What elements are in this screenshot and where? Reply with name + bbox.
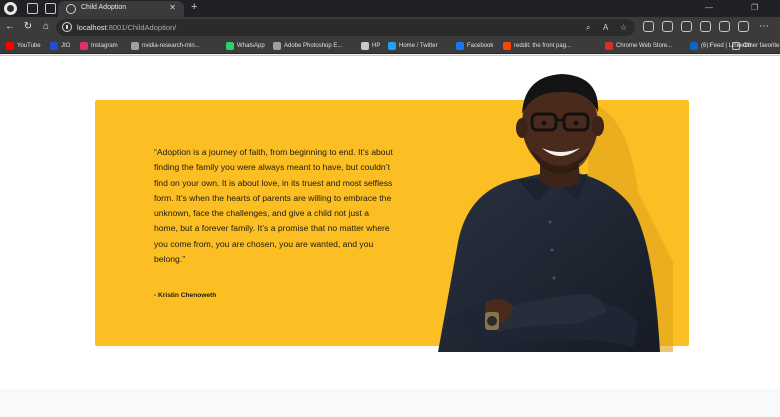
testimonial-quote: “Adoption is a journey of faith, from be… bbox=[154, 147, 393, 265]
testimonial-author: - Kristin Chenoweth bbox=[154, 292, 217, 299]
bookmark-label: JIO bbox=[61, 43, 71, 49]
bookmark-item[interactable]: Adobe Photoshop E... bbox=[273, 41, 342, 51]
settings-more-icon[interactable]: ⋯ bbox=[757, 20, 771, 34]
bookmark-label: Instagram bbox=[91, 43, 118, 49]
bookmark-label: Facebook bbox=[467, 43, 494, 49]
restore-icon[interactable]: ❐ bbox=[751, 3, 758, 12]
profile-avatar-icon[interactable] bbox=[4, 2, 17, 15]
facebook-icon bbox=[456, 42, 464, 50]
bookmark-item[interactable]: (6) Feed | LinkedIn bbox=[690, 41, 751, 51]
tab-strip: Child Adoption ✕ + — ❐ bbox=[0, 0, 780, 17]
collections-icon[interactable] bbox=[700, 21, 711, 32]
read-aloud-icon[interactable]: A bbox=[603, 23, 608, 32]
bookmark-label: YouTube bbox=[17, 43, 41, 49]
reddit-icon bbox=[503, 42, 511, 50]
site-info-icon[interactable] bbox=[62, 22, 72, 32]
bookmark-item[interactable]: nvidia-research-min... bbox=[131, 41, 200, 51]
folder-icon bbox=[361, 42, 369, 50]
new-tab-icon[interactable]: + bbox=[191, 1, 197, 13]
bookmark-item[interactable]: reddit: the front pag... bbox=[503, 41, 571, 51]
globe-icon bbox=[273, 42, 281, 50]
bookmark-label: Home / Twitter bbox=[399, 43, 438, 49]
bookmark-label: reddit: the front pag... bbox=[514, 43, 572, 49]
whatsapp-icon bbox=[226, 42, 234, 50]
close-tab-icon[interactable]: ✕ bbox=[169, 3, 176, 12]
bookmark-label: HP bbox=[372, 43, 381, 49]
back-icon[interactable]: ← bbox=[3, 20, 17, 34]
bookmarks-bar: › Other favorite YouTube JIO Instagram nvid… bbox=[0, 38, 780, 54]
copilot-icon[interactable] bbox=[719, 21, 730, 32]
bookmark-item[interactable]: WhatsApp bbox=[226, 41, 265, 51]
jio-icon bbox=[50, 42, 58, 50]
zoom-icon[interactable]: ⌕ bbox=[586, 23, 590, 33]
bookmark-item[interactable]: JIO bbox=[50, 41, 70, 51]
twitter-icon bbox=[388, 42, 396, 50]
workspaces-icon[interactable] bbox=[27, 3, 38, 14]
browser-window: Child Adoption ✕ + — ❐ ← ↻ ⌂ localhost:8… bbox=[0, 0, 780, 417]
bookmark-label: nvidia-research-min... bbox=[142, 43, 200, 49]
favorites-icon[interactable] bbox=[681, 21, 692, 32]
smiling-man-photo bbox=[438, 74, 673, 352]
bookmark-label: Adobe Photoshop E... bbox=[284, 43, 343, 49]
instagram-icon bbox=[80, 42, 88, 50]
bookmark-item[interactable]: HP bbox=[361, 41, 380, 51]
bookmark-label: Chrome Web Store... bbox=[616, 43, 673, 49]
minimize-icon[interactable]: — bbox=[705, 3, 713, 12]
linkedin-icon bbox=[690, 42, 698, 50]
toolbar: ← ↻ ⌂ localhost:8001/ChildAdoption/ ⌕ A … bbox=[0, 17, 780, 38]
chrome-store-icon bbox=[605, 42, 613, 50]
bookmark-item[interactable]: Facebook bbox=[456, 41, 493, 51]
bookmark-item[interactable]: YouTube bbox=[6, 41, 41, 51]
tab-child-adoption[interactable]: Child Adoption ✕ bbox=[58, 1, 184, 17]
favorite-star-icon[interactable]: ☆ bbox=[620, 23, 627, 32]
bookmark-label: (6) Feed | LinkedIn bbox=[701, 43, 752, 49]
globe-icon bbox=[66, 4, 76, 14]
tab-title: Child Adoption bbox=[81, 4, 127, 11]
address-url[interactable]: localhost:8001/ChildAdoption/ bbox=[77, 23, 176, 32]
home-icon[interactable]: ⌂ bbox=[39, 20, 53, 34]
address-bar[interactable]: localhost:8001/ChildAdoption/ ⌕ A ☆ bbox=[56, 19, 635, 36]
page-content: “Adoption is a journey of faith, from be… bbox=[0, 55, 780, 417]
split-screen-icon[interactable] bbox=[662, 21, 673, 32]
youtube-icon bbox=[6, 42, 14, 50]
globe-icon bbox=[131, 42, 139, 50]
bookmark-item[interactable]: Instagram bbox=[80, 41, 118, 51]
bookmark-item[interactable]: Chrome Web Store... bbox=[605, 41, 672, 51]
bookmark-item[interactable]: Home / Twitter bbox=[388, 41, 438, 51]
extensions-puzzle-icon[interactable] bbox=[738, 21, 749, 32]
bookmark-label: WhatsApp bbox=[237, 43, 265, 49]
next-section-background bbox=[0, 389, 780, 417]
refresh-icon[interactable]: ↻ bbox=[21, 20, 35, 34]
tab-actions-icon[interactable] bbox=[45, 3, 56, 14]
extension-icon[interactable] bbox=[643, 21, 654, 32]
